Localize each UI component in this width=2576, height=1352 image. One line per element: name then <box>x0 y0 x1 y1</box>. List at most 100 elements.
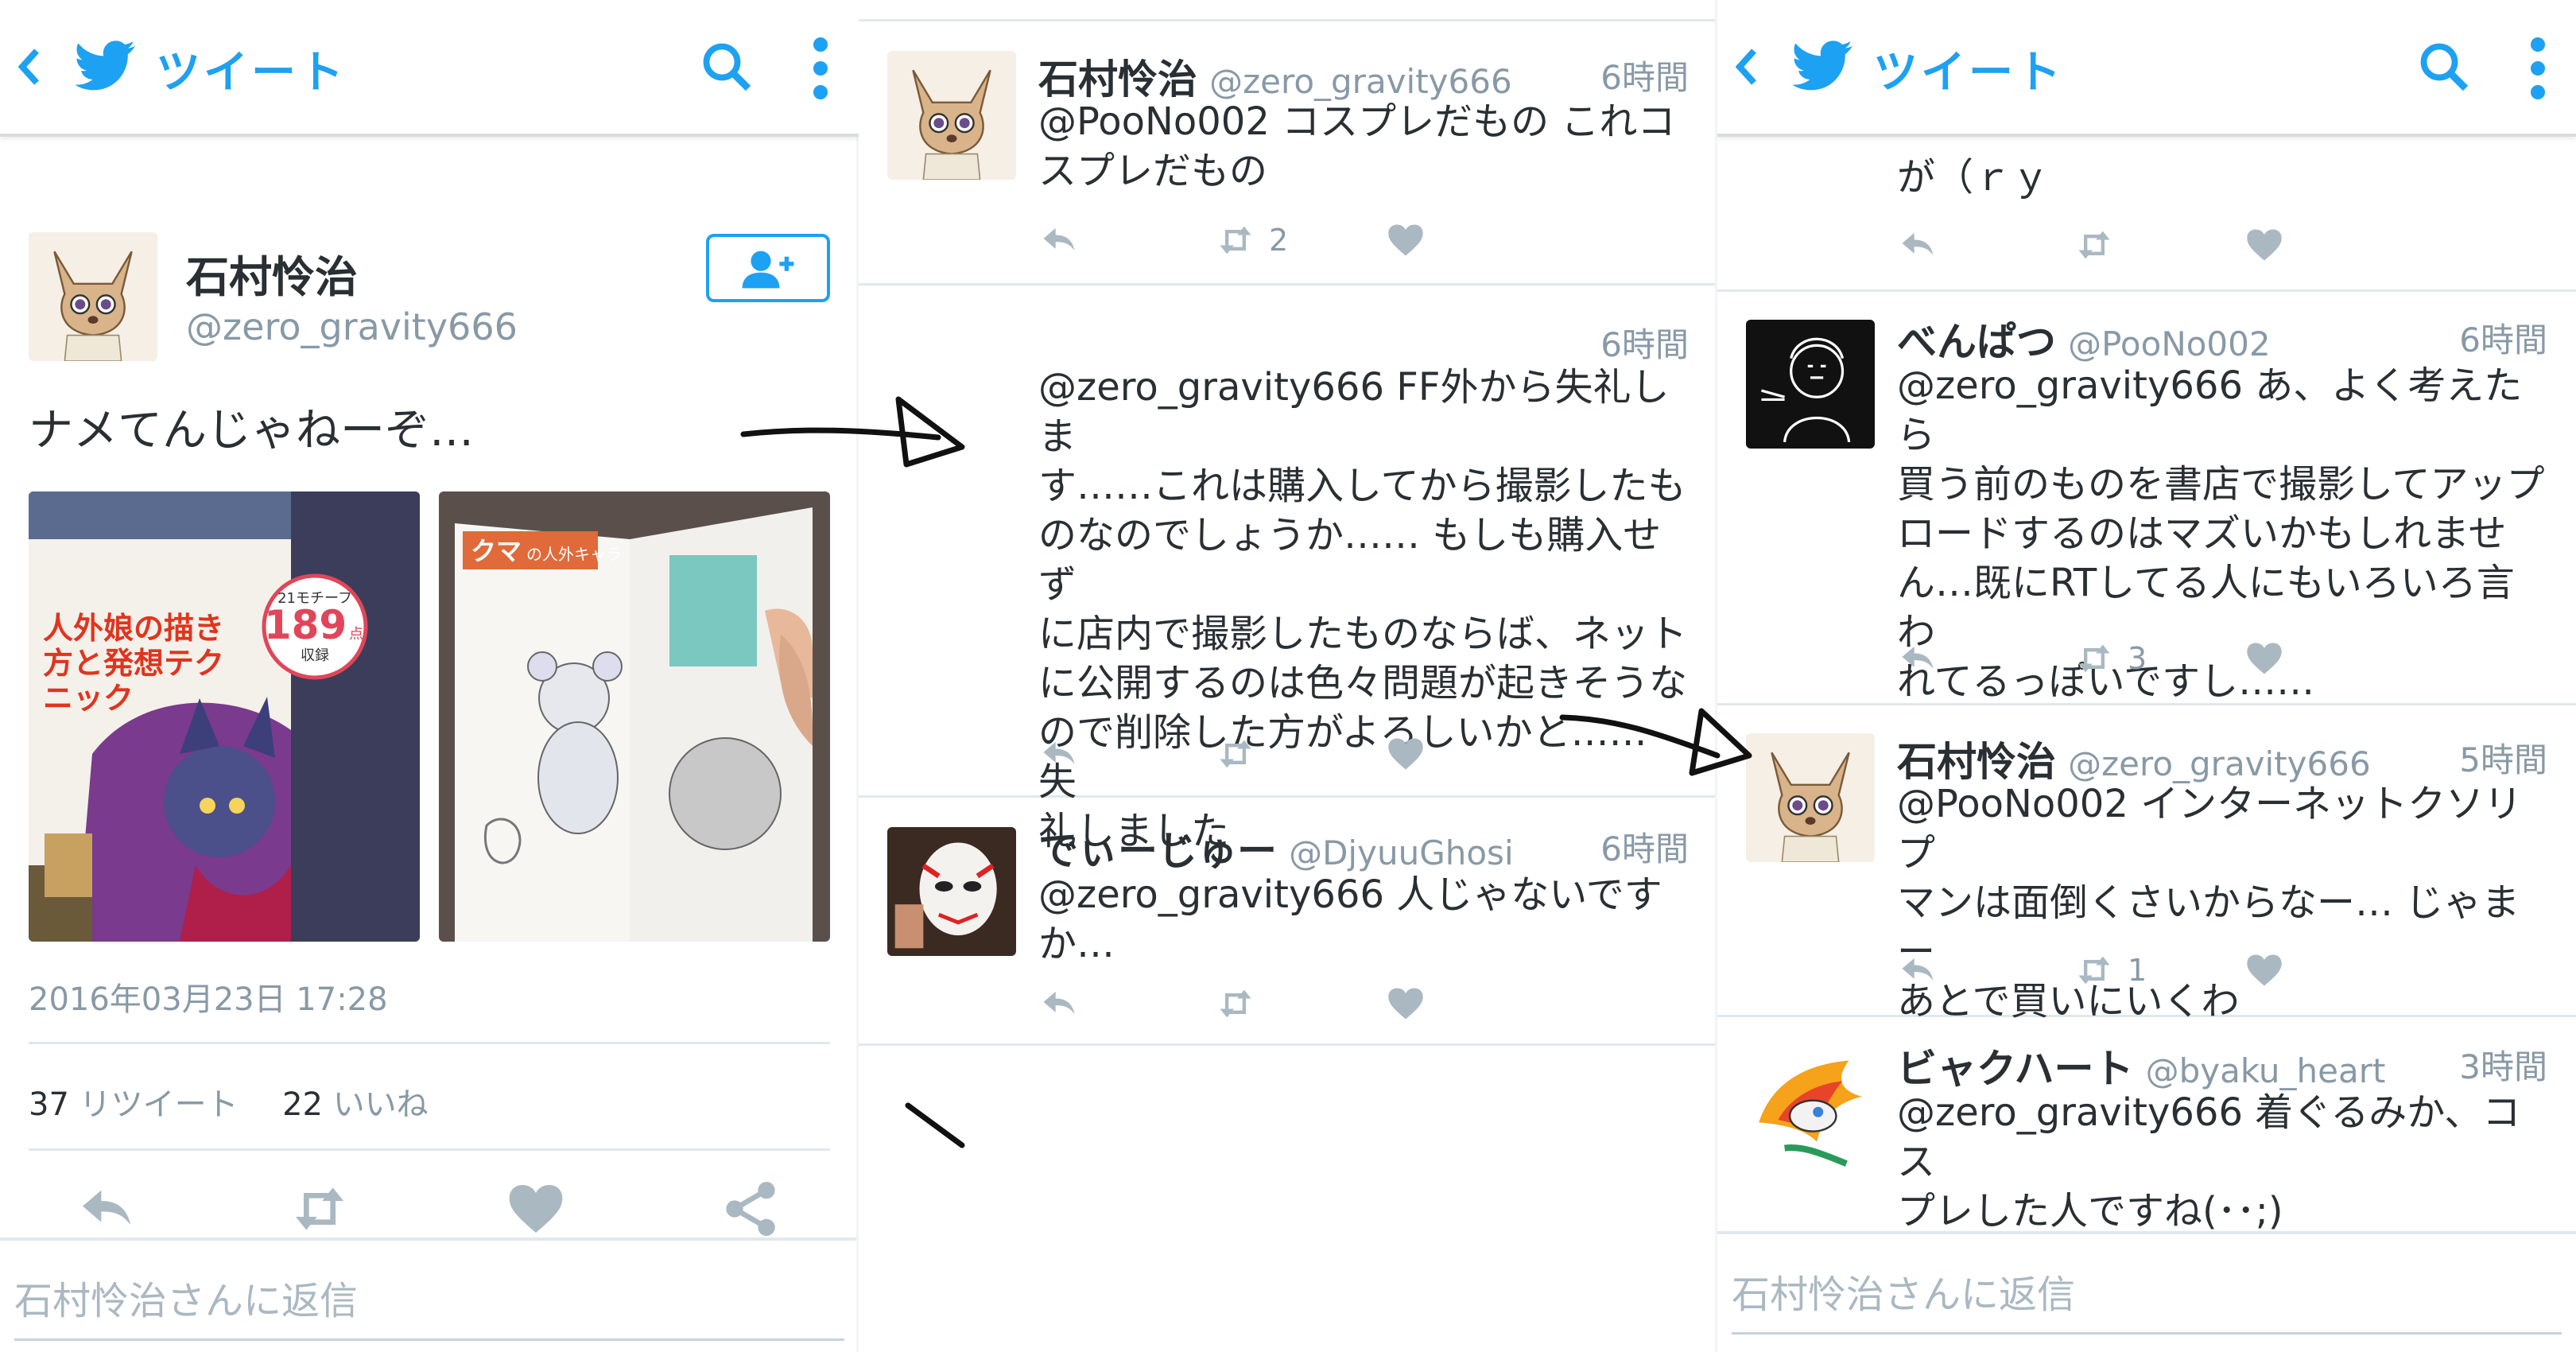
share-icon[interactable] <box>719 1177 782 1241</box>
like-icon[interactable] <box>1385 983 1426 1024</box>
like-icon[interactable] <box>2244 224 2285 266</box>
retweet-count: 1 <box>2128 953 2147 988</box>
user-handle[interactable]: @PooNo002 <box>2068 324 2271 363</box>
retweet-label[interactable]: リツイート <box>80 1086 239 1123</box>
like-icon[interactable] <box>2244 950 2285 991</box>
reply-input-underline <box>14 1338 844 1341</box>
divider <box>29 1042 830 1044</box>
reply-icon[interactable] <box>1897 950 1938 991</box>
reply-tweet-partial[interactable]: が（ｒｙ <box>1717 137 2576 292</box>
more-options-icon[interactable] <box>811 35 830 102</box>
badge-unit: 点 <box>349 626 363 643</box>
tweet-time: 6時間 <box>1600 325 1689 364</box>
tweet-time: 6時間 <box>2459 321 2547 359</box>
retweet-count: 2 <box>1269 223 1289 258</box>
reply-tweet[interactable]: べんぱつ @PooNo002 6時間 @zero_gravity666 あ、よく… <box>1717 289 2576 705</box>
tweet-actions <box>0 1177 859 1241</box>
tweet-photo-book-cover[interactable]: 21モチーフ 189 点 収録 人外娘の描き方と発想テクニック <box>29 491 420 942</box>
like-icon[interactable] <box>1385 733 1426 775</box>
retweet-icon[interactable] <box>1215 220 1256 261</box>
retweet-icon[interactable] <box>2074 224 2115 266</box>
reply-input-underline <box>1732 1332 2562 1335</box>
search-icon[interactable] <box>2415 38 2473 95</box>
reply-input[interactable]: 石村怜治さんに返信 <box>1732 1263 2075 1319</box>
tweet-line: @zero_gravity666 あ、よく考えたら <box>1897 363 2523 457</box>
user-name[interactable]: 石村怜治 <box>1038 56 1197 103</box>
divider <box>29 1148 830 1151</box>
tweet-line: @PooNo002 コスプレだもの これコ <box>1038 99 1676 144</box>
tweet-line: プレした人ですね(･･;) <box>1897 1189 2283 1234</box>
tweet-text: @PooNo002 コスプレだもの これコ スプレだもの <box>1038 97 1689 196</box>
back-icon[interactable] <box>1732 45 1763 89</box>
annotation-stroke <box>905 1102 965 1148</box>
tweet-text: ナメてんじゃねーぞ… <box>29 405 474 456</box>
retweet-icon[interactable] <box>2074 638 2115 679</box>
list-top-edge <box>859 0 1717 21</box>
tweet-time: 5時間 <box>2459 740 2547 779</box>
tweet-line: スプレだもの <box>1038 149 1268 193</box>
reply-icon[interactable] <box>1897 638 1938 679</box>
top-bar: ツイート <box>0 0 859 137</box>
like-count[interactable]: 22 <box>282 1086 323 1123</box>
replies-panel-continued: ツイート が（ｒｙ べんぱつ @PooNo002 6時間 @zero_gravi… <box>1717 0 2576 1352</box>
like-icon[interactable] <box>1385 220 1426 261</box>
tweet-line: @zero_gravity666 人じゃないですか… <box>1038 872 1662 966</box>
like-icon[interactable] <box>2244 638 2285 679</box>
retweet-icon[interactable] <box>288 1177 351 1241</box>
tweet-text: @zero_gravity666 人じゃないですか… <box>1038 870 1689 969</box>
user-name[interactable]: べんぱつ <box>1897 319 2056 365</box>
tweet-text: @zero_gravity666 着ぐるみか、コス プレした人ですね(･･;) <box>1897 1088 2547 1236</box>
follow-user-icon <box>742 251 794 289</box>
reply-tweet[interactable]: 石村怜治 @zero_gravity666 5時間 @PooNo002 インター… <box>1717 703 2576 1024</box>
like-icon[interactable] <box>504 1177 568 1241</box>
tweet-stats: 37 リツイート 22 いいね <box>29 1078 429 1125</box>
reply-icon[interactable] <box>75 1177 138 1241</box>
back-icon[interactable] <box>14 45 46 89</box>
book-page-illustration: クマ の人外キャラ <box>439 491 830 942</box>
more-options-icon[interactable] <box>2528 35 2547 102</box>
user-name[interactable]: でぃーじゅー <box>1038 828 1277 874</box>
user-handle[interactable]: @zero_gravity666 <box>2068 744 2371 783</box>
reply-input[interactable]: 石村怜治さんに返信 <box>14 1269 358 1325</box>
user-name[interactable]: 石村怜治 <box>1897 739 2056 785</box>
tweet-time: 3時間 <box>2459 1047 2547 1086</box>
tweet-line: に店内で撮影したものならば、ネット <box>1038 612 1688 656</box>
reply-icon[interactable] <box>1038 733 1080 775</box>
retweet-icon[interactable] <box>1215 983 1256 1024</box>
tweet-time: 6時間 <box>1600 58 1689 97</box>
retweet-count[interactable]: 37 <box>29 1086 69 1123</box>
retweet-icon[interactable] <box>1215 733 1256 775</box>
reply-tweet[interactable]: ビャクハート @byaku_heart 3時間 @zero_gravity666… <box>1717 1015 2576 1253</box>
search-icon[interactable] <box>698 38 755 95</box>
author-handle[interactable]: @zero_gravity666 <box>186 305 518 348</box>
user-avatar[interactable] <box>887 51 1016 180</box>
tweet-line: す……これは購入してから撮影したも <box>1038 464 1686 508</box>
user-handle[interactable]: @byaku_heart <box>2146 1051 2386 1090</box>
user-avatar[interactable] <box>1746 320 1875 449</box>
user-name[interactable]: ビャクハート <box>1897 1046 2134 1092</box>
author-name[interactable]: 石村怜治 <box>186 242 358 305</box>
tweet-line: 買う前のものを書店で撮影してアップ <box>1897 462 2545 507</box>
user-handle[interactable]: @DjyuuGhosi <box>1289 833 1514 872</box>
tweet-line: @zero_gravity666 着ぐるみか、コス <box>1897 1090 2521 1184</box>
tweet-photo-book-page[interactable]: クマ の人外キャラ <box>439 491 830 942</box>
user-avatar[interactable] <box>887 827 1016 956</box>
reply-tweet[interactable]: でぃーじゅー @DjyuuGhosi 6時間 @zero_gravity666 … <box>859 795 1717 1046</box>
book-title: 人外娘の描き方と発想テクニック <box>43 611 225 714</box>
page-title: ツイート <box>156 47 347 99</box>
follow-button[interactable] <box>706 234 830 302</box>
page-title: ツイート <box>1873 47 2064 99</box>
user-avatar[interactable] <box>1746 733 1875 862</box>
like-label[interactable]: いいね <box>333 1086 429 1123</box>
user-handle[interactable]: @zero_gravity666 <box>1209 62 1512 101</box>
user-avatar[interactable] <box>1746 1045 1875 1174</box>
page-title: クマ <box>471 536 522 566</box>
author-avatar[interactable] <box>29 232 157 361</box>
retweet-icon[interactable] <box>2074 950 2115 991</box>
reply-icon[interactable] <box>1897 224 1938 266</box>
reply-icon[interactable] <box>1038 220 1080 261</box>
reply-icon[interactable] <box>1038 983 1080 1024</box>
reply-tweet[interactable]: 石村怜治 @zero_gravity666 6時間 @PooNo002 コスプレ… <box>859 19 1717 286</box>
annotation-arrow <box>1559 708 1752 776</box>
top-bar: ツイート <box>1717 0 2576 137</box>
